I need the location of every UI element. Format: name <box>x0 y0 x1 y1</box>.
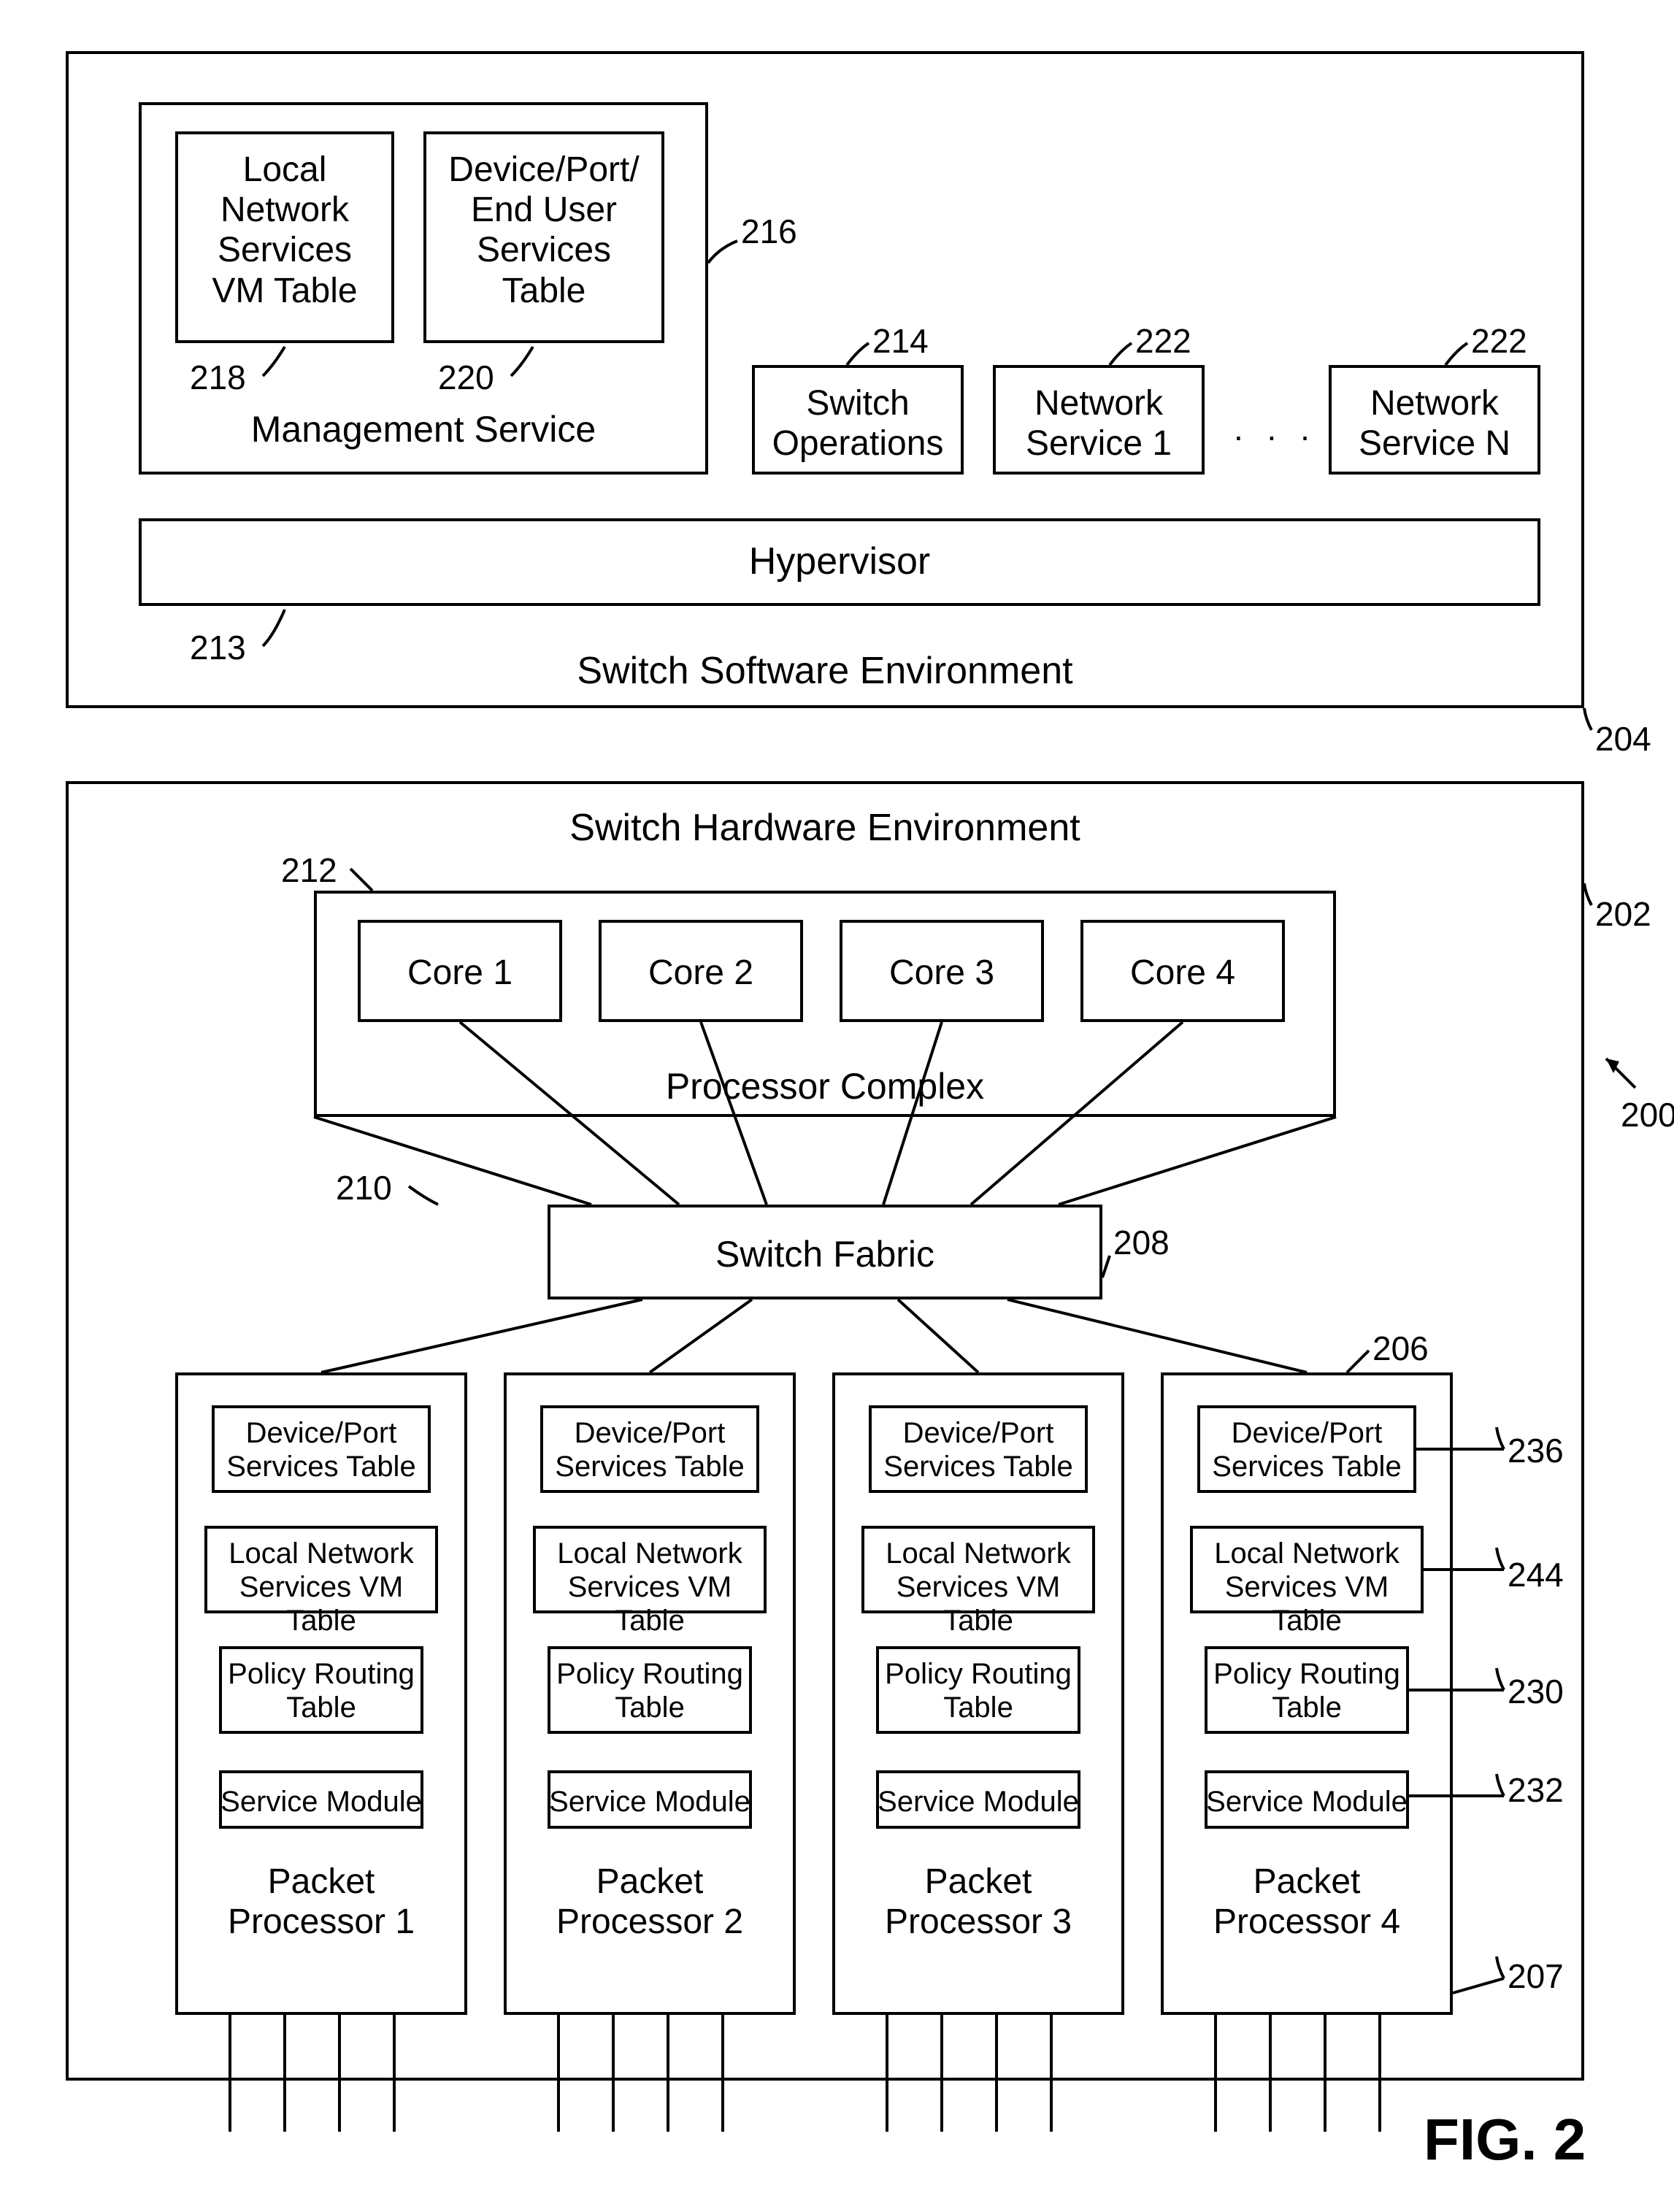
pp3-dev-text: Device/Port Services Table <box>869 1416 1088 1483</box>
ref-218: 218 <box>190 358 246 397</box>
ref-212: 212 <box>281 850 337 890</box>
ref-207: 207 <box>1508 1956 1564 1996</box>
ref-214: 214 <box>872 321 929 361</box>
ref-222b: 222 <box>1471 321 1527 361</box>
pp1-label: Packet Processor 1 <box>175 1862 467 1942</box>
pp3-policy-text: Policy Routing Table <box>876 1657 1080 1724</box>
pp4-label: Packet Processor 4 <box>1161 1862 1453 1942</box>
ref-206: 206 <box>1372 1329 1429 1368</box>
pp2-policy-text: Policy Routing Table <box>548 1657 752 1724</box>
pp2-dev-text: Device/Port Services Table <box>540 1416 759 1483</box>
pp4-vm-text: Local Network Services VM Table <box>1190 1537 1424 1637</box>
pp1-vm-text: Local Network Services VM Table <box>204 1537 438 1637</box>
core-4-text: Core 4 <box>1080 953 1285 993</box>
ref-216: 216 <box>741 212 797 251</box>
pp3-svc-text: Service Module <box>876 1785 1080 1819</box>
switch-fabric-text: Switch Fabric <box>548 1234 1102 1276</box>
core-2-text: Core 2 <box>599 953 803 993</box>
mgmt-service-title: Management Service <box>139 409 708 451</box>
net-svc-1-text: Network Service 1 <box>993 383 1205 464</box>
ref-208: 208 <box>1113 1223 1170 1262</box>
switch-ops-text: Switch Operations <box>752 383 964 464</box>
ref-220: 220 <box>438 358 494 397</box>
pp2-vm-text: Local Network Services VM Table <box>533 1537 767 1637</box>
mgmt-vm-table-text: Local Network Services VM Table <box>175 150 394 311</box>
net-svc-ellipsis: . . . <box>1234 409 1317 448</box>
ref-202: 202 <box>1595 894 1651 934</box>
pp1-svc-text: Service Module <box>219 1785 423 1819</box>
pp2-label: Packet Processor 2 <box>504 1862 796 1942</box>
pp4-policy-text: Policy Routing Table <box>1205 1657 1409 1724</box>
net-svc-n-text: Network Service N <box>1329 383 1540 464</box>
ref-210: 210 <box>336 1168 392 1207</box>
pp3-label: Packet Processor 3 <box>832 1862 1124 1942</box>
ref-213: 213 <box>190 628 246 667</box>
pp4-svc-text: Service Module <box>1205 1785 1409 1819</box>
proc-complex-title: Processor Complex <box>314 1066 1336 1108</box>
hypervisor-text: Hypervisor <box>139 540 1540 584</box>
pp1-policy-text: Policy Routing Table <box>219 1657 423 1724</box>
sw-env-title: Switch Software Environment <box>533 650 1117 694</box>
hw-env-title: Switch Hardware Environment <box>460 807 1190 850</box>
core-1-text: Core 1 <box>358 953 562 993</box>
ref-204: 204 <box>1595 719 1651 759</box>
pp1-dev-text: Device/Port Services Table <box>212 1416 431 1483</box>
ref-230: 230 <box>1508 1672 1564 1711</box>
ref-232: 232 <box>1508 1770 1564 1810</box>
pp2-svc-text: Service Module <box>548 1785 752 1819</box>
ref-200: 200 <box>1621 1095 1674 1134</box>
ref-244: 244 <box>1508 1555 1564 1594</box>
pp3-vm-text: Local Network Services VM Table <box>861 1537 1095 1637</box>
core-3-text: Core 3 <box>840 953 1044 993</box>
mgmt-dev-table-text: Device/Port/ End User Services Table <box>423 150 664 311</box>
ref-236: 236 <box>1508 1431 1564 1470</box>
ref-222a: 222 <box>1135 321 1191 361</box>
pp4-dev-text: Device/Port Services Table <box>1197 1416 1416 1483</box>
figure-title: FIG. 2 <box>1424 2106 1586 2173</box>
